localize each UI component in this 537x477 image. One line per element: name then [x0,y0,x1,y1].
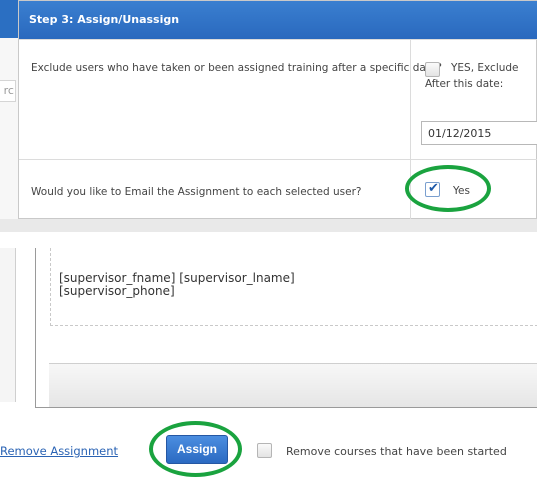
background-input-text: rc [3,84,14,97]
editor-line-supervisor-phone: [supervisor_phone] [59,284,175,298]
exclude-row: Exclude users who have taken or been ass… [19,39,537,159]
row-divider [410,160,411,220]
email-editor-section: [supervisor_fname] [supervisor_lname] [s… [0,248,537,477]
exclude-checkbox-label: YES, Exclude [451,62,519,74]
assignment-options-section: rc Step 3: Assign/Unassign Exclude users… [0,0,537,232]
email-checkbox-label: Yes [453,185,470,197]
background-page-fragment: rc [0,0,18,232]
remove-assignment-link[interactable]: Remove Assignment [0,444,118,458]
editor-footer-bar [49,363,537,407]
background-header-fragment [0,0,18,38]
panel-shadow-strip [0,219,537,232]
exclude-question: Exclude users who have taken or been ass… [31,62,442,74]
email-checkbox[interactable] [425,181,440,197]
row-divider [410,40,411,159]
background-search-input-fragment[interactable]: rc [0,80,16,102]
remove-started-checkbox[interactable] [257,443,272,458]
assign-button[interactable]: Assign [166,435,228,464]
exclude-date-input[interactable]: 01/12/2015 [421,121,537,145]
editor-left-gutter [0,248,16,402]
editor-text: [supervisor_fname] [supervisor_lname] [s… [59,272,295,298]
after-date-label: After this date: [425,78,504,90]
step3-header: Step 3: Assign/Unassign [19,1,537,39]
email-editor: [supervisor_fname] [supervisor_lname] [s… [35,248,537,408]
remove-started-label: Remove courses that have been started [286,445,507,458]
step3-panel: Step 3: Assign/Unassign Exclude users wh… [18,0,537,220]
email-question: Would you like to Email the Assignment t… [31,186,362,198]
editor-content-area[interactable]: [supervisor_fname] [supervisor_lname] [s… [50,248,537,326]
step3-title: Step 3: Assign/Unassign [29,13,180,26]
exclude-checkbox[interactable] [425,62,440,77]
email-row: Would you like to Email the Assignment t… [19,159,537,220]
